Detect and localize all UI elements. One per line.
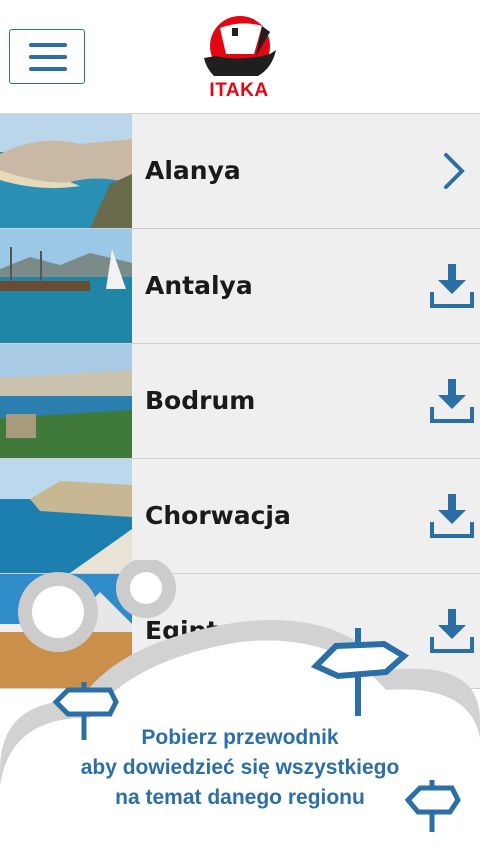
chevron-right-icon[interactable] [428, 147, 476, 195]
destination-thumbnail [0, 344, 132, 458]
destination-name: Bodrum [145, 386, 256, 415]
destination-row-alanya[interactable]: Alanya [0, 114, 480, 229]
download-icon[interactable] [428, 262, 476, 310]
destination-row-antalya[interactable]: Antalya [0, 229, 480, 344]
hamburger-menu-icon-line [29, 55, 67, 59]
destination-row-bodrum[interactable]: Bodrum [0, 344, 480, 459]
destination-row-chorwacja[interactable]: Chorwacja [0, 459, 480, 574]
destination-name: Antalya [145, 271, 253, 300]
download-icon[interactable] [428, 377, 476, 425]
destination-name: Chorwacja [145, 501, 291, 530]
promo-line: Pobierz przewodnik [141, 726, 339, 749]
download-icon[interactable] [428, 492, 476, 540]
logo-text: ITAKA [209, 80, 269, 101]
promo-line: na temat danego regionu [115, 786, 365, 809]
itaka-logo[interactable]: ITAKA [196, 14, 282, 102]
destination-name: Alanya [145, 156, 241, 185]
destination-thumbnail [0, 114, 132, 228]
hamburger-menu-icon-line [29, 67, 67, 71]
destination-thumbnail [0, 229, 132, 343]
app-header: ITAKA [0, 0, 480, 114]
ship-logo-icon [204, 16, 276, 76]
promo-line: aby dowiedzieć się wszystkiego [80, 756, 400, 779]
promo-message: Pobierz przewodnik aby dowiedzieć się ws… [0, 723, 480, 813]
hamburger-menu-icon [29, 43, 67, 47]
menu-button[interactable] [9, 29, 85, 84]
destination-thumbnail [0, 459, 132, 573]
